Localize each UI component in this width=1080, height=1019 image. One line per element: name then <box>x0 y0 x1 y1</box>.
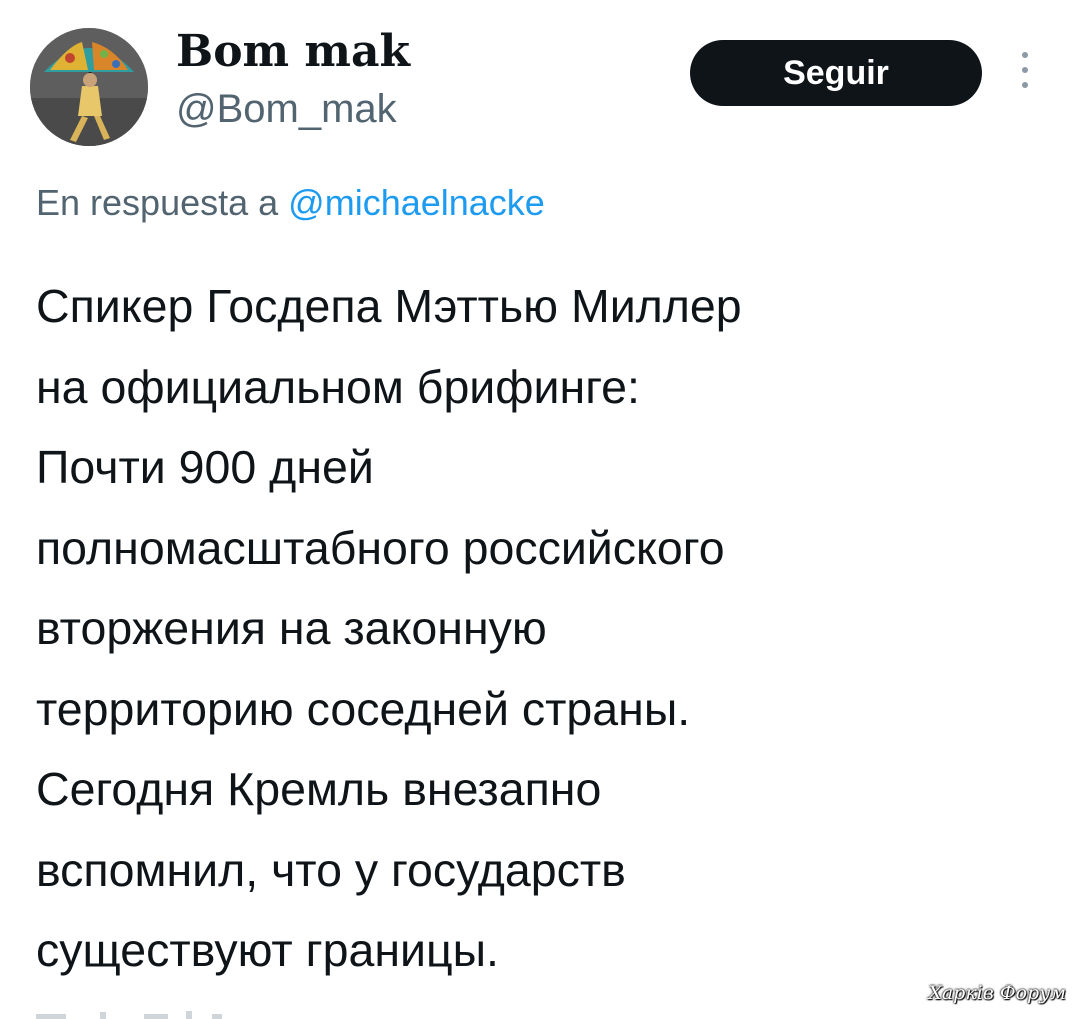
reply-context: En respuesta a @michaelnacke <box>36 178 545 228</box>
reply-mention-link[interactable]: @michaelnacke <box>288 182 545 223</box>
person-with-umbrella-avatar-icon <box>30 28 148 146</box>
follow-button[interactable]: Seguir <box>690 40 982 106</box>
more-dot <box>1022 82 1028 88</box>
tweet-card: Bom mak @Bom_mak Seguir En respuesta a @… <box>0 0 1080 1019</box>
more-vertical-icon[interactable] <box>1010 52 1040 96</box>
more-dot <box>1022 52 1028 58</box>
author-display-name[interactable]: Bom mak <box>176 24 410 80</box>
truncated-text-fragment <box>36 1011 222 1019</box>
author-avatar[interactable] <box>30 28 148 146</box>
more-dot <box>1022 67 1028 73</box>
reply-prefix: En respuesta a <box>36 182 289 223</box>
tweet-text: Спикер Госдепа Мэттью Миллер на официаль… <box>36 280 742 976</box>
watermark: Харків Форум <box>928 982 1066 1004</box>
author-handle[interactable]: @Bom_mak <box>176 84 397 134</box>
